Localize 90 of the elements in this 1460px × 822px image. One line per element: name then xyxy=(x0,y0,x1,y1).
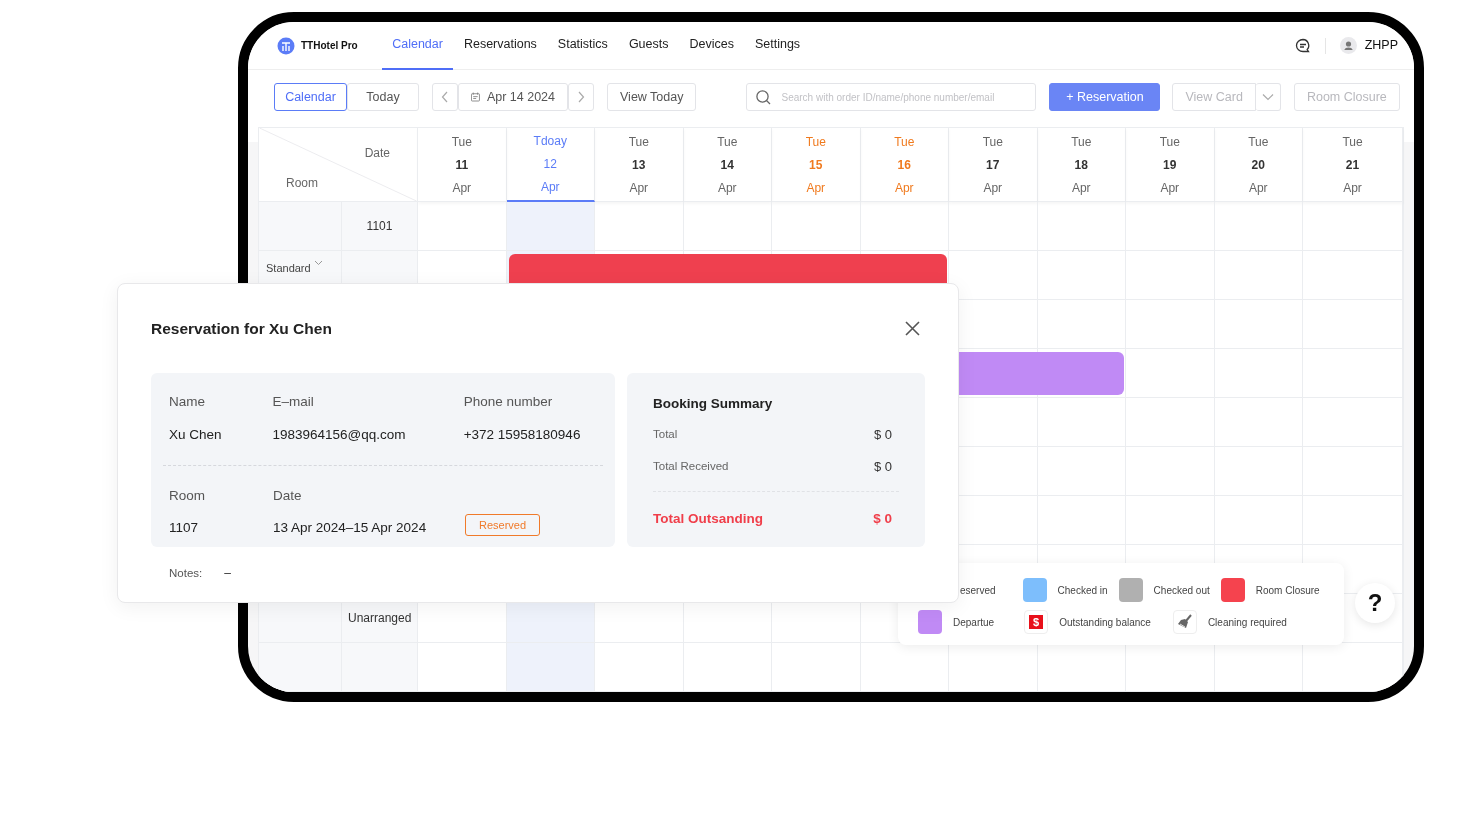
nav-tab[interactable]: Settings xyxy=(744,22,811,70)
legend-label: eserved xyxy=(960,583,996,598)
legend-label: Outstanding balance xyxy=(1059,615,1151,630)
chevron-down-icon xyxy=(313,260,323,266)
weekday-label: Tue xyxy=(1071,133,1092,151)
weekday-label: Tue xyxy=(717,133,738,151)
search-icon xyxy=(756,90,772,105)
summary-title: Booking Summary xyxy=(653,395,774,414)
caret-icon xyxy=(1261,93,1274,101)
day-number: 19 xyxy=(1163,156,1177,174)
legend-label: Room Closure xyxy=(1255,583,1320,598)
dollar-icon: $ xyxy=(1024,610,1049,634)
month-label: Apr xyxy=(806,179,826,197)
weekday-label: Tdoay xyxy=(533,133,567,150)
outstanding-value: $ 0 xyxy=(873,509,892,528)
close-button[interactable] xyxy=(905,320,921,337)
chevron-left-icon xyxy=(441,91,449,103)
view-toggle[interactable]: Calendar xyxy=(274,83,347,111)
nav-tab[interactable]: Reservations xyxy=(453,22,548,70)
view-today-button[interactable]: View Today xyxy=(607,83,697,111)
month-label: Apr xyxy=(983,179,1003,197)
nav-tab[interactable]: Statistics xyxy=(547,22,619,70)
broom-icon xyxy=(1172,610,1197,634)
weekday-label: Tue xyxy=(628,133,649,151)
day-number: 20 xyxy=(1251,156,1265,174)
summary-value: $ 0 xyxy=(873,425,892,444)
weekday-label: Tue xyxy=(982,133,1003,151)
day-number: 13 xyxy=(632,156,646,174)
user-name[interactable]: ZHPP xyxy=(1364,36,1398,55)
chevron-right-icon xyxy=(577,91,585,103)
legend-label: Checked in xyxy=(1057,583,1108,598)
logo-icon xyxy=(277,36,295,55)
month-label: Apr xyxy=(1071,179,1091,197)
field-value: 1983964156@qq.com xyxy=(272,425,407,444)
date-picker[interactable]: Apr 14 2024 xyxy=(458,83,568,111)
month-label: Apr xyxy=(1248,179,1268,197)
month-label: Apr xyxy=(452,179,472,197)
field-value: Xu Chen xyxy=(169,425,223,444)
month-label: Apr xyxy=(1160,179,1180,197)
outstanding-label: Total Outsanding xyxy=(653,509,763,528)
field-value: 1107 xyxy=(169,519,200,537)
day-number: 17 xyxy=(986,156,1000,174)
status-badge: Reserved xyxy=(465,513,541,537)
day-number: 15 xyxy=(809,156,823,174)
view-toggle[interactable]: Today xyxy=(347,83,419,111)
day-number: 16 xyxy=(897,156,911,174)
nav-tab[interactable]: Devices xyxy=(679,22,745,70)
day-number: 11 xyxy=(455,156,469,174)
field-value: +372 15958180946 xyxy=(463,425,582,444)
room-type-label[interactable]: Standard xyxy=(266,260,311,277)
calendar-icon xyxy=(471,91,480,103)
app-name: TTHotel Pro xyxy=(301,39,358,53)
weekday-label: Tue xyxy=(1248,133,1269,151)
search-field[interactable]: Search with order ID/name/phone number/email xyxy=(746,83,1037,111)
legend-label: Cleaning required xyxy=(1207,615,1287,630)
avatar-icon[interactable] xyxy=(1339,37,1357,54)
nav-tab[interactable]: Guests xyxy=(618,22,679,70)
month-label: Apr xyxy=(540,179,560,196)
month-label: Apr xyxy=(717,179,737,197)
field-label: Name xyxy=(169,393,206,412)
legend-label: Departue xyxy=(953,615,995,630)
month-label: Apr xyxy=(894,179,914,197)
field-label: E–mail xyxy=(272,393,315,412)
day-number: 12 xyxy=(543,156,557,173)
month-label: Apr xyxy=(629,179,649,197)
summary-value: $ 0 xyxy=(873,458,892,476)
weekday-label: Tue xyxy=(894,133,915,151)
chat-icon[interactable] xyxy=(1294,37,1311,54)
row-header: Room xyxy=(286,175,318,192)
weekday-label: Tue xyxy=(1342,133,1363,151)
close-icon xyxy=(905,320,920,336)
weekday-label: Tue xyxy=(805,133,826,151)
field-label: Phone number xyxy=(463,393,554,412)
notes-label: Notes: xyxy=(169,565,203,581)
field-value: 13 Apr 2024–15 Apr 2024 xyxy=(273,519,428,537)
room-label: 1101 xyxy=(342,202,418,251)
field-label: Room xyxy=(169,486,206,505)
weekday-label: Tue xyxy=(1159,133,1180,151)
day-number: 14 xyxy=(720,156,734,174)
field-label: Date xyxy=(273,486,303,505)
summary-label: Total Received xyxy=(653,459,729,475)
legend-label: Checked out xyxy=(1153,583,1210,598)
dialog-title: Reservation for Xu Chen xyxy=(151,319,332,339)
summary-label: Total xyxy=(653,426,678,442)
day-number: 18 xyxy=(1074,156,1088,174)
notes-value: – xyxy=(224,565,231,583)
column-header: Date xyxy=(364,145,390,162)
weekday-label: Tue xyxy=(451,133,472,151)
day-number: 21 xyxy=(1345,156,1360,174)
month-label: Apr xyxy=(1343,179,1362,197)
